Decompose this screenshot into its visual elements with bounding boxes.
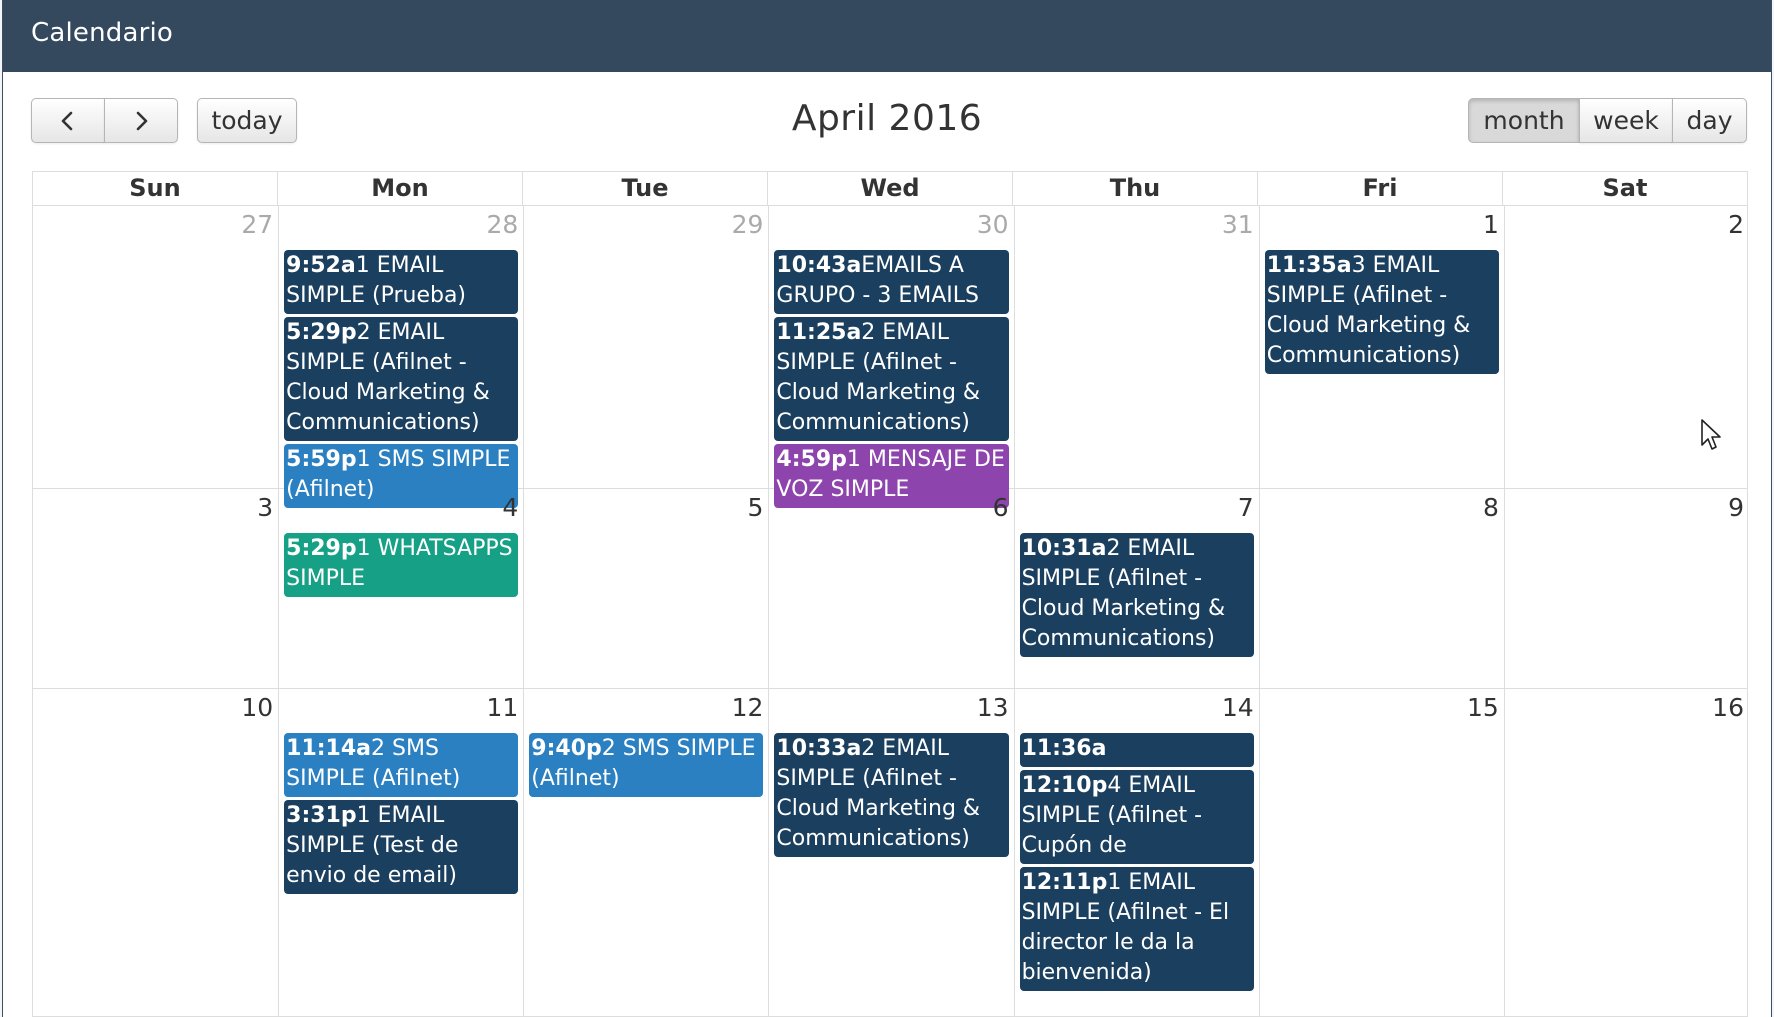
dow-thu: Thu <box>1012 172 1257 205</box>
event-time: 3:31p <box>286 803 357 828</box>
calendar-event[interactable]: 3:31p1 EMAIL SIMPLE (Test de envio de em… <box>284 800 519 894</box>
event-time: 9:52a <box>286 253 356 278</box>
day-cell[interactable]: 11 11:14a2 SMS SIMPLE (Afilnet) 3:31p1 EMA… <box>278 689 523 1016</box>
panel-title: Calendario <box>31 18 174 48</box>
calendar-event[interactable]: 5:29p1 WHATSAPPS SIMPLE <box>284 533 519 597</box>
day-number: 7 <box>1237 493 1254 522</box>
event-time: 10:33a <box>776 736 862 761</box>
event-time: 5:59p <box>286 447 357 472</box>
dow-mon: Mon <box>277 172 522 205</box>
panel-header: Calendario <box>3 0 1771 72</box>
day-cell[interactable]: 27 <box>33 206 278 488</box>
calendar-event[interactable]: 12:10p4 EMAIL SIMPLE (Afilnet - Cupón de… <box>1019 770 1254 864</box>
event-time: 11:35a <box>1266 253 1352 278</box>
day-number: 16 <box>1712 693 1744 722</box>
day-number: 11 <box>486 693 519 722</box>
dow-tue: Tue <box>522 172 767 205</box>
event-time: 5:29p <box>286 536 357 561</box>
event-time: 11:14a <box>286 736 372 761</box>
day-number: 4 <box>502 493 519 522</box>
day-number: 29 <box>731 210 764 239</box>
day-of-week-header: Sun Mon Tue Wed Thu Fri Sat <box>32 171 1748 206</box>
day-cell[interactable]: 16 <box>1503 689 1749 1016</box>
week-row: 27 28 9:52a1 EMAIL SIMPLE (Prueba) 5:29p2 E… <box>32 206 1748 508</box>
day-cell[interactable]: 6 <box>768 489 1013 688</box>
event-time: 5:29p <box>286 320 357 345</box>
day-cell[interactable]: 3 <box>33 489 278 688</box>
day-cell[interactable]: 15 <box>1258 689 1504 1016</box>
day-number: 9 <box>1728 493 1744 522</box>
calendar-event[interactable]: 9:52a1 EMAIL SIMPLE (Prueba) <box>284 250 519 314</box>
day-number: 27 <box>241 210 274 239</box>
calendar-event[interactable]: 12:11p1 EMAIL SIMPLE (Afilnet - El direc… <box>1019 867 1254 991</box>
day-cell[interactable]: 4 5:29p1 WHATSAPPS SIMPLE <box>278 489 523 688</box>
calendar-event[interactable]: 5:29p2 EMAIL SIMPLE (Afilnet - Cloud Mar… <box>284 317 519 441</box>
day-number: 6 <box>992 493 1009 522</box>
day-cell[interactable]: 12 9:40p2 SMS SIMPLE (Afilnet) <box>523 689 768 1016</box>
day-number: 8 <box>1482 493 1499 522</box>
day-number: 2 <box>1728 210 1744 239</box>
day-number: 28 <box>486 210 519 239</box>
day-number: 15 <box>1467 693 1499 722</box>
day-cell[interactable]: 14 11:36a 12:10p4 EMAIL SIMPLE (Afilnet - … <box>1013 689 1259 1016</box>
event-time: 12:10p <box>1021 773 1108 798</box>
calendar-event[interactable]: 10:31a2 EMAIL SIMPLE (Afilnet - Cloud Ma… <box>1019 533 1254 657</box>
view-week-button[interactable]: week <box>1579 98 1673 143</box>
calendar-event[interactable]: 11:25a2 EMAIL SIMPLE (Afilnet - Cloud Ma… <box>774 317 1009 441</box>
day-cell[interactable]: 10 <box>33 689 278 1016</box>
day-number: 3 <box>257 493 274 522</box>
dow-sun: Sun <box>129 174 181 202</box>
view-day-button[interactable]: day <box>1672 98 1747 143</box>
calendar-event[interactable]: 9:40p2 SMS SIMPLE (Afilnet) <box>529 733 764 797</box>
dow-wed: Wed <box>767 172 1012 205</box>
event-time: 11:25a <box>776 320 862 345</box>
calendar-panel: Calendario today April 2016 month week d… <box>2 0 1772 1017</box>
day-cell[interactable]: 29 <box>523 206 768 488</box>
day-cell[interactable]: 13 10:33a2 EMAIL SIMPLE (Afilnet - Cloud … <box>768 689 1013 1016</box>
event-time: 12:11p <box>1021 870 1108 895</box>
day-cell[interactable]: 5 <box>523 489 768 688</box>
day-number: 5 <box>747 493 764 522</box>
calendar-event[interactable]: 10:33a2 EMAIL SIMPLE (Afilnet - Cloud Ma… <box>774 733 1009 857</box>
day-number: 12 <box>731 693 764 722</box>
day-number: 1 <box>1482 210 1499 239</box>
day-cell[interactable]: 8 <box>1258 489 1504 688</box>
event-time: 10:43a <box>776 253 862 278</box>
dow-fri: Fri <box>1257 172 1502 205</box>
event-time: 9:40p <box>531 736 602 761</box>
calendar-event[interactable]: 10:43aEMAILS A GRUPO - 3 EMAILS <box>774 250 1009 314</box>
week-row: 3 4 5:29p1 WHATSAPPS SIMPLE 5 6 7 10:31a2 EMAI… <box>32 489 1748 689</box>
day-cell[interactable]: 1 11:35a3 EMAIL SIMPLE (Afilnet - Cloud M… <box>1258 206 1504 488</box>
day-cell[interactable]: 30 10:43aEMAILS A GRUPO - 3 EMAILS 11:25a2… <box>768 206 1013 508</box>
day-number: 30 <box>976 210 1009 239</box>
week-row: 10 11 11:14a2 SMS SIMPLE (Afilnet) 3:31p1 E… <box>32 689 1748 1017</box>
day-number: 31 <box>1221 210 1254 239</box>
view-month-button[interactable]: month <box>1468 98 1580 143</box>
day-number: 13 <box>976 693 1009 722</box>
day-cell[interactable]: 28 9:52a1 EMAIL SIMPLE (Prueba) 5:29p2 EMA… <box>278 206 523 508</box>
day-cell[interactable]: 31 <box>1013 206 1259 488</box>
mouse-cursor-icon <box>1701 419 1721 450</box>
day-cell[interactable]: 7 10:31a2 EMAIL SIMPLE (Afilnet - Cloud M… <box>1013 489 1259 688</box>
event-time: 10:31a <box>1021 536 1107 561</box>
calendar-toolbar: today April 2016 month week day <box>3 72 1771 170</box>
calendar-event[interactable]: 11:14a2 SMS SIMPLE (Afilnet) <box>284 733 519 797</box>
month-grid: Sun Mon Tue Wed Thu Fri Sat 27 28 9:52a1 E… <box>32 171 1748 1017</box>
calendar-event[interactable]: 11:36a <box>1019 733 1254 767</box>
day-cell[interactable]: 9 <box>1503 489 1749 688</box>
event-time: 11:36a <box>1021 736 1107 761</box>
calendar-event[interactable]: 11:35a3 EMAIL SIMPLE (Afilnet - Cloud Ma… <box>1264 250 1499 374</box>
day-number: 14 <box>1221 693 1254 722</box>
dow-sat: Sat <box>1502 172 1747 205</box>
day-number: 10 <box>241 693 274 722</box>
event-time: 4:59p <box>776 447 847 472</box>
